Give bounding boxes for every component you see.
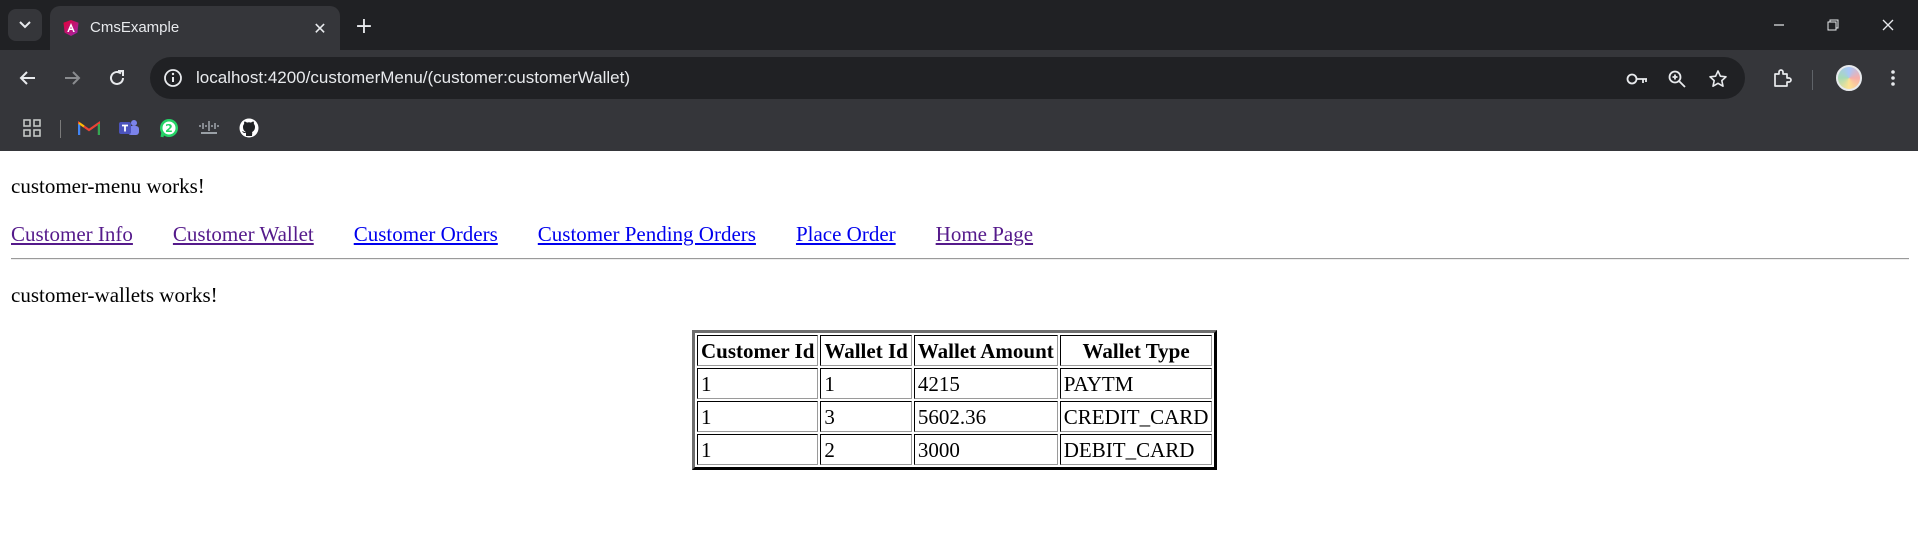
toolbar-divider	[1812, 70, 1813, 90]
password-key-icon[interactable]	[1625, 67, 1649, 91]
table-row: 1 2 3000 DEBIT_CARD	[697, 434, 1213, 465]
close-tab-icon[interactable]: ✕	[308, 16, 332, 40]
cisco-icon[interactable]	[197, 116, 221, 140]
column-header-wallet-id: Wallet Id	[820, 335, 912, 366]
customer-wallets-status: customer-wallets works!	[11, 283, 218, 307]
cell-customer-id: 1	[697, 368, 819, 399]
nav-link-home-page[interactable]: Home Page	[936, 222, 1033, 246]
bookmarks-bar: 2	[0, 106, 1918, 152]
tab-title: CmsExample	[90, 19, 180, 36]
cell-wallet-type: PAYTM	[1059, 368, 1213, 399]
angular-favicon-icon	[63, 20, 79, 36]
nav-link-customer-wallet[interactable]: Customer Wallet	[173, 222, 314, 246]
cell-wallet-id: 1	[820, 368, 912, 399]
nav-link-customer-orders[interactable]: Customer Orders	[354, 222, 498, 246]
forward-icon[interactable]	[56, 62, 88, 94]
customer-nav: Customer Info Customer Wallet Customer Ord…	[11, 221, 1073, 247]
browser-toolbar: localhost:4200/customerMenu/(customer:cu…	[0, 50, 1918, 106]
nav-link-place-order[interactable]: Place Order	[796, 222, 896, 246]
restore-icon[interactable]	[1813, 10, 1853, 40]
column-header-wallet-type: Wallet Type	[1059, 335, 1213, 366]
wallet-table: Customer Id Wallet Id Wallet Amount Wall…	[692, 330, 1218, 470]
nav-link-customer-pending-orders[interactable]: Customer Pending Orders	[538, 222, 756, 246]
site-info-icon[interactable]	[162, 67, 184, 89]
horizontal-rule	[11, 258, 1909, 260]
cell-wallet-type: CREDIT_CARD	[1059, 401, 1213, 432]
zoom-icon[interactable]	[1665, 67, 1689, 91]
extensions-icon[interactable]	[1766, 62, 1798, 94]
github-icon[interactable]	[237, 116, 261, 140]
bookmarks-divider	[60, 120, 61, 138]
bookmark-star-icon[interactable]	[1706, 67, 1730, 91]
minimize-icon[interactable]	[1759, 10, 1799, 40]
gmail-icon[interactable]	[77, 116, 101, 140]
reload-icon[interactable]	[101, 62, 133, 94]
column-header-wallet-amount: Wallet Amount	[913, 335, 1058, 366]
apps-grid-icon[interactable]	[20, 116, 44, 140]
new-tab-icon[interactable]: +	[350, 12, 378, 40]
more-menu-icon[interactable]	[1877, 62, 1909, 94]
cell-wallet-amount: 3000	[913, 434, 1058, 465]
cell-wallet-id: 2	[820, 434, 912, 465]
cell-customer-id: 1	[697, 434, 819, 465]
cell-customer-id: 1	[697, 401, 819, 432]
table-header-row: Customer Id Wallet Id Wallet Amount Wall…	[697, 335, 1213, 366]
back-icon[interactable]	[12, 62, 44, 94]
whatsapp-icon[interactable]: 2	[157, 116, 181, 140]
tab-strip: CmsExample ✕ +	[0, 0, 1918, 50]
active-tab[interactable]: CmsExample ✕	[50, 6, 340, 50]
close-window-icon[interactable]	[1868, 10, 1908, 40]
address-bar[interactable]: localhost:4200/customerMenu/(customer:cu…	[150, 57, 1745, 99]
cell-wallet-id: 3	[820, 401, 912, 432]
customer-menu-status: customer-menu works!	[11, 174, 205, 198]
cell-wallet-amount: 5602.36	[913, 401, 1058, 432]
table-row: 1 3 5602.36 CREDIT_CARD	[697, 401, 1213, 432]
table-row: 1 1 4215 PAYTM	[697, 368, 1213, 399]
cell-wallet-amount: 4215	[913, 368, 1058, 399]
profile-avatar[interactable]	[1836, 65, 1862, 91]
cell-wallet-type: DEBIT_CARD	[1059, 434, 1213, 465]
column-header-customer-id: Customer Id	[697, 335, 819, 366]
page-content: customer-menu works! Customer Info Custom…	[0, 151, 1918, 551]
teams-icon[interactable]	[117, 116, 141, 140]
nav-link-customer-info[interactable]: Customer Info	[11, 222, 133, 246]
tab-search-chevron-icon[interactable]	[8, 9, 42, 41]
url-text[interactable]: localhost:4200/customerMenu/(customer:cu…	[196, 67, 630, 89]
whatsapp-badge-count: 2	[165, 122, 173, 135]
